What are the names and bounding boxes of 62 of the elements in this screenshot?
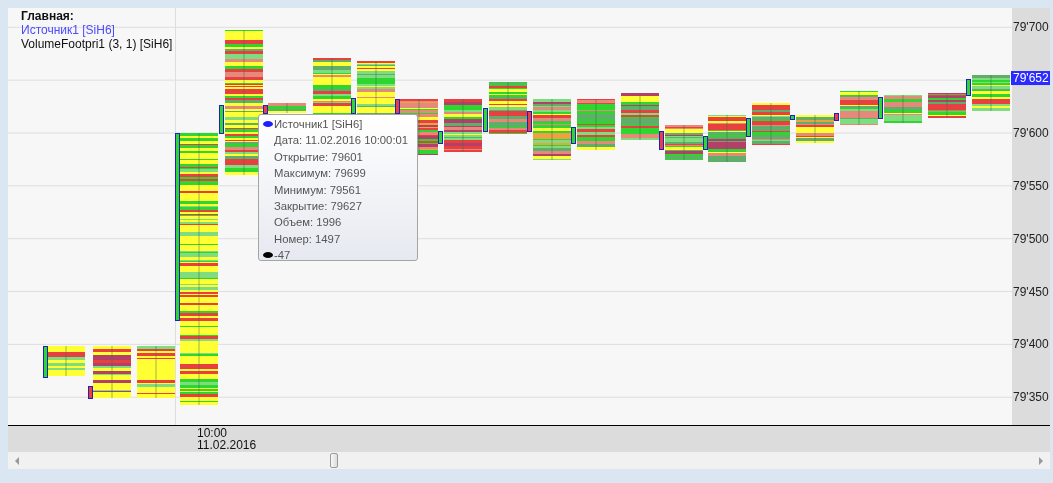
footprint-bar: [577, 98, 615, 151]
legend-title: Главная:: [21, 9, 75, 23]
candle-body: [659, 131, 664, 150]
candle-body: [703, 136, 708, 150]
candle-body: [219, 105, 224, 134]
footprint-bar: [533, 98, 571, 161]
tooltip-delta: -47: [274, 248, 291, 264]
candle-body: [527, 111, 532, 132]
candle-body: [878, 97, 883, 119]
footprint-bar: [884, 94, 922, 124]
footprint-bar: [972, 74, 1010, 112]
footprint-bar: [137, 345, 175, 399]
footprint-bar: [665, 124, 703, 161]
footprint-bar: [796, 114, 834, 144]
price-label: 79'550: [1013, 178, 1049, 193]
scroll-left-icon[interactable]: [14, 456, 20, 465]
footprint-bar: [444, 98, 482, 153]
footprint-bar: [93, 345, 131, 399]
footprint-bar: [489, 81, 527, 135]
candle-body: [790, 115, 795, 120]
tooltip-line: Дата: 11.02.2016 10:00:01: [274, 133, 409, 149]
candle-body: [351, 98, 356, 114]
footprint-bar: [752, 102, 790, 146]
candle-body: [834, 113, 839, 121]
series-marker-icon: [263, 252, 273, 259]
candle-body: [263, 105, 268, 114]
tooltip-line: Объем: 1996: [274, 215, 342, 231]
tooltip-line: Минимум: 79561: [274, 182, 362, 198]
footprint-bar: [928, 92, 966, 119]
scroll-right-icon[interactable]: [1038, 456, 1044, 465]
footprint-bar: [621, 92, 659, 141]
tooltip-line: Максимум: 79699: [274, 166, 366, 182]
candle-body: [43, 346, 48, 378]
footprint-bar: [708, 114, 746, 163]
tooltip-line: Открытие: 79601: [274, 149, 363, 165]
date-label: 11.02.2016: [197, 439, 258, 451]
legend-indicator: VolumeFootpri1 (3, 1) [SiH6]: [21, 37, 173, 51]
current-price-label: 79'652: [1011, 71, 1050, 86]
candle-body: [88, 386, 93, 399]
tooltip-source: Источник1 [SiH6]: [274, 117, 363, 132]
tooltip-line: Закрытие: 79627: [274, 199, 362, 215]
footprint-bar: [840, 90, 878, 126]
candle-body: [746, 118, 751, 137]
candle-body: [438, 131, 443, 144]
candle-body: [483, 108, 488, 132]
price-label: 79'400: [1013, 337, 1049, 352]
candle-body: [966, 79, 971, 96]
footprint-bar: [47, 345, 85, 377]
time-label: 10:00: [197, 427, 229, 439]
price-label: 79'450: [1013, 284, 1049, 299]
scrollbar-thumb[interactable]: [330, 453, 338, 468]
candle-body: [571, 127, 576, 144]
price-label: 79'500: [1013, 231, 1049, 246]
price-label: 79'350: [1013, 390, 1049, 405]
legend-source: Источник1 [SiH6]: [21, 23, 116, 37]
price-label: 79'700: [1013, 20, 1049, 35]
footprint-bar: [268, 102, 306, 114]
tooltip-line: Номер: 1497: [274, 231, 341, 247]
candle-body: [395, 99, 400, 114]
horizontal-scrollbar[interactable]: [8, 452, 1050, 469]
series-marker-icon: [263, 121, 273, 128]
price-label: 79'600: [1013, 126, 1049, 140]
